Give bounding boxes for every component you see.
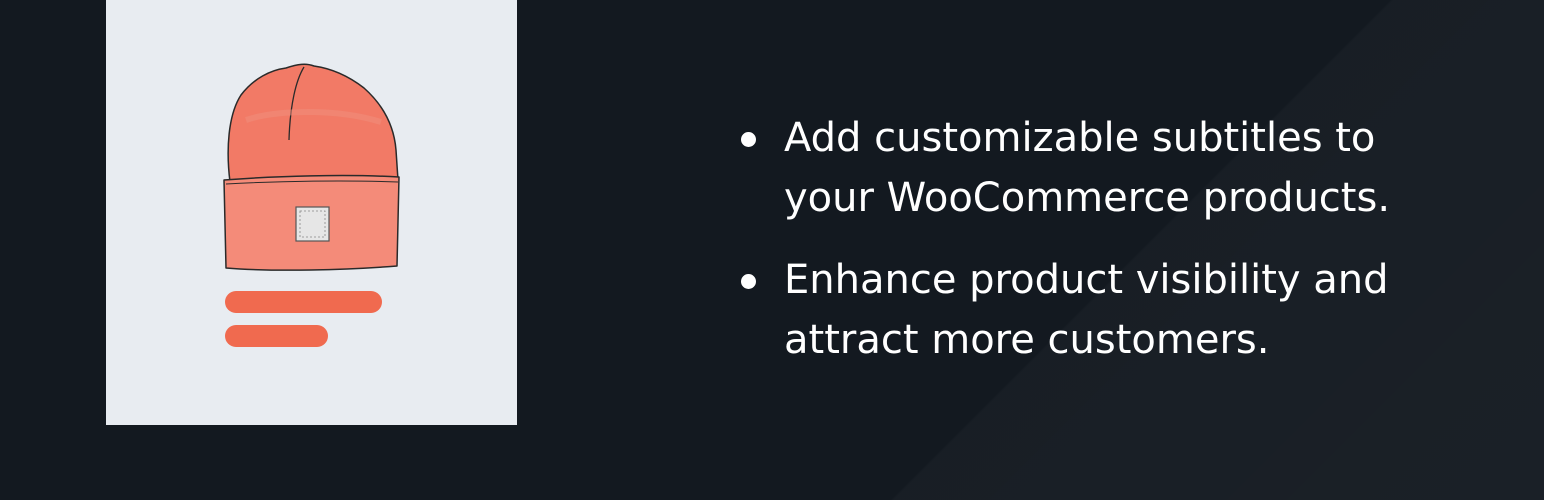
beanie-label-patch xyxy=(295,206,330,242)
product-illustration-card xyxy=(106,0,517,425)
feature-text-line: Enhance product visibility and xyxy=(784,257,1389,303)
feature-item: Enhance product visibility and attract m… xyxy=(740,250,1440,370)
beanie-hat-icon xyxy=(223,63,400,271)
beanie-crown xyxy=(227,63,399,183)
bullet-icon xyxy=(741,132,756,147)
feature-text-line: Add customizable subtitles to xyxy=(784,115,1376,161)
subtitle-placeholder-bar xyxy=(225,291,382,313)
feature-item: Add customizable subtitles to your WooCo… xyxy=(740,108,1440,228)
feature-text-line: attract more customers. xyxy=(784,317,1270,363)
subtitle-placeholder-bar xyxy=(225,325,328,347)
bullet-icon xyxy=(741,274,756,289)
feature-text-line: your WooCommerce products. xyxy=(784,175,1391,221)
feature-list: Add customizable subtitles to your WooCo… xyxy=(740,108,1440,392)
